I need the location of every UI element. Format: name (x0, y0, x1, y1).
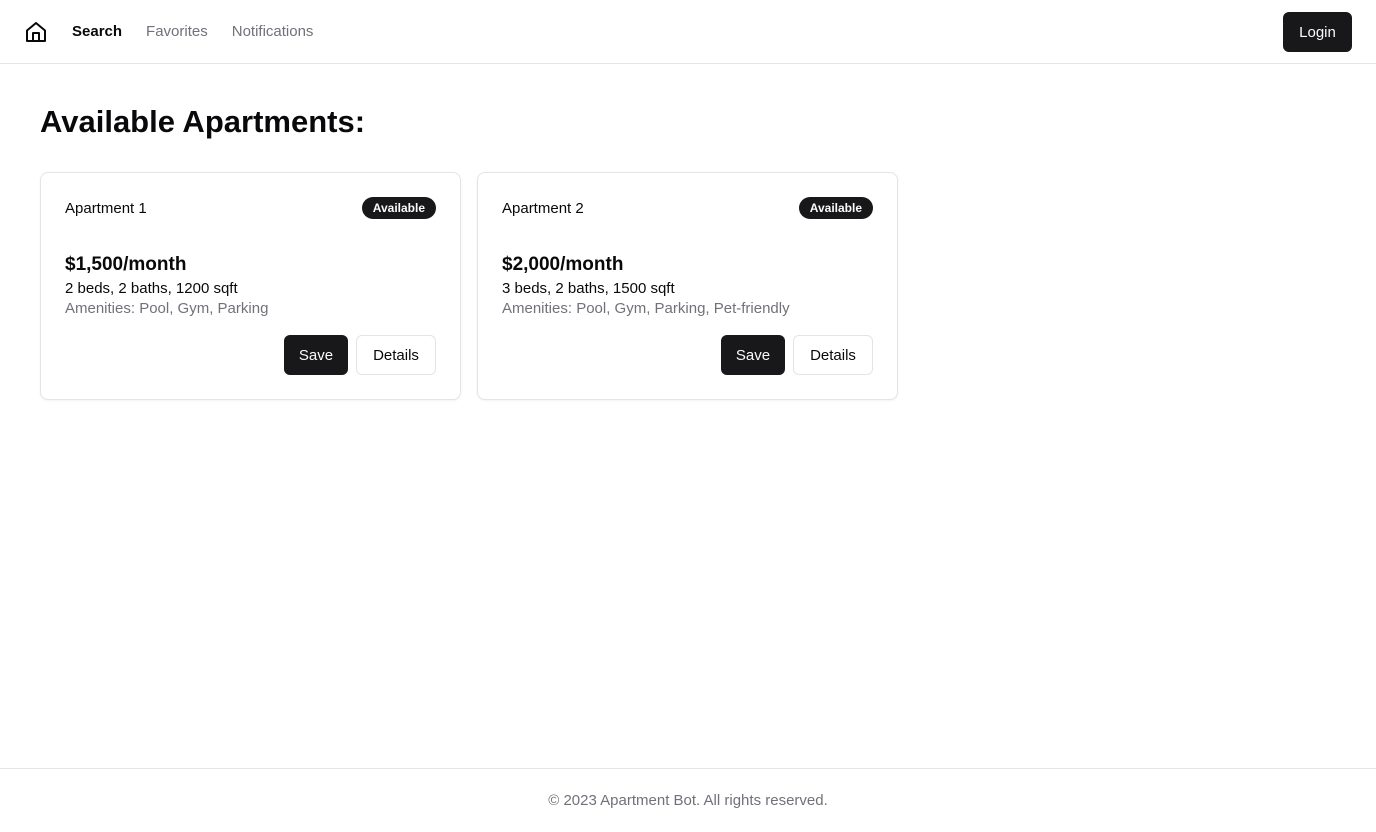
apartment-card: Apartment 1 Available $1,500/month 2 bed… (40, 172, 461, 400)
apartment-list: Apartment 1 Available $1,500/month 2 bed… (40, 172, 1336, 400)
apartment-specs: 2 beds, 2 baths, 1200 sqft (65, 280, 238, 297)
nav-favorites-link[interactable]: Favorites (146, 23, 208, 40)
card-header: Apartment 2 Available (502, 197, 873, 219)
copyright-text: © 2023 Apartment Bot. All rights reserve… (548, 792, 828, 809)
apartment-price: $1,500/month (65, 254, 187, 275)
card-actions: Save Details (284, 335, 436, 375)
nav-notifications-link[interactable]: Notifications (232, 23, 314, 40)
details-button[interactable]: Details (793, 335, 873, 375)
save-button[interactable]: Save (721, 335, 785, 375)
apartment-amenities: Amenities: Pool, Gym, Parking, Pet-frien… (502, 300, 790, 317)
main-nav: Search Favorites Notifications (72, 23, 313, 40)
save-button[interactable]: Save (284, 335, 348, 375)
page-footer: © 2023 Apartment Bot. All rights reserve… (0, 768, 1376, 832)
login-button[interactable]: Login (1283, 12, 1352, 52)
apartment-name: Apartment 2 (502, 199, 584, 217)
page-title: Available Apartments: (40, 104, 366, 139)
apartment-specs: 3 beds, 2 baths, 1500 sqft (502, 280, 675, 297)
status-badge: Available (361, 197, 436, 219)
apartment-amenities: Amenities: Pool, Gym, Parking (65, 300, 269, 317)
details-button[interactable]: Details (356, 335, 436, 375)
apartment-card: Apartment 2 Available $2,000/month 3 bed… (477, 172, 898, 400)
main-content: Available Apartments: Apartment 1 Availa… (40, 104, 1336, 400)
apartment-name: Apartment 1 (65, 199, 147, 217)
top-navbar: Search Favorites Notifications Login (0, 0, 1376, 64)
status-badge: Available (798, 197, 873, 219)
apartment-price: $2,000/month (502, 254, 624, 275)
home-icon[interactable] (24, 20, 48, 44)
card-header: Apartment 1 Available (65, 197, 436, 219)
card-actions: Save Details (721, 335, 873, 375)
nav-search-link[interactable]: Search (72, 23, 122, 40)
